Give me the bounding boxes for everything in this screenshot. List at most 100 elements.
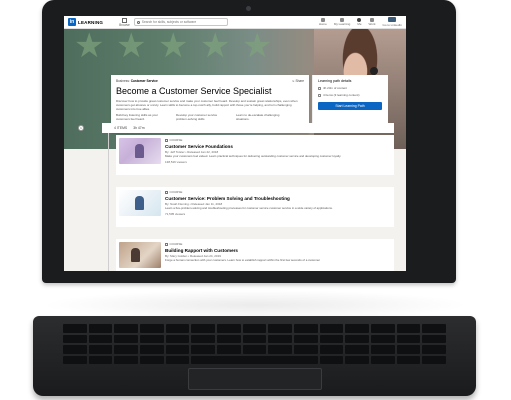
nav-home[interactable]: Home	[318, 17, 327, 27]
stars-decoration: ★ ★ ★ ★ ★	[74, 29, 294, 73]
key	[319, 355, 344, 364]
instructor-figure	[135, 144, 144, 158]
nav-me-label: Me	[357, 22, 362, 27]
key	[165, 355, 190, 364]
key	[88, 324, 113, 333]
key	[319, 334, 344, 343]
course-viewers: 138,516 viewers	[165, 160, 187, 165]
logo-mark: in	[68, 18, 76, 26]
path-description: Discover how to provide great customer s…	[116, 99, 298, 111]
clock-icon	[318, 86, 321, 90]
course-card[interactable]: COURSE Customer Service Foundations By: …	[116, 135, 394, 175]
breadcrumb-topic[interactable]: Customer Service	[131, 79, 158, 83]
laptop-scene: in LEARNING Browse Search for skills, su…	[0, 0, 511, 400]
star-icon: ★	[200, 29, 231, 65]
key	[396, 345, 421, 354]
course-meta: By: Jeff Toister • Released Jan 22, 2018	[165, 149, 219, 154]
key	[114, 355, 138, 364]
key	[422, 355, 446, 364]
nav-my-learning[interactable]: My Learning	[333, 17, 351, 27]
key	[88, 345, 113, 354]
course-title[interactable]: Customer Service: Problem Solving and Tr…	[165, 196, 391, 201]
key	[396, 324, 421, 333]
key	[165, 324, 190, 333]
key	[268, 334, 292, 343]
nav-home-label: Home	[318, 22, 327, 27]
search-icon	[136, 20, 140, 24]
key	[268, 324, 292, 333]
course-card[interactable]: COURSE Building Rapport with Customers B…	[116, 239, 394, 271]
play-icon	[165, 138, 168, 142]
course-thumbnail[interactable]	[119, 138, 161, 164]
nav-my-learning-label: My Learning	[333, 22, 351, 27]
course-thumbnail[interactable]	[119, 242, 161, 268]
card-top: Business: Customer Service ↪ Share	[116, 79, 304, 83]
nav-work[interactable]: Work	[369, 17, 375, 26]
key	[114, 345, 138, 354]
browse-label: Browse	[119, 22, 130, 27]
key	[216, 334, 241, 343]
start-learning-path-button[interactable]: Start Learning Path	[318, 102, 382, 110]
key	[345, 324, 369, 333]
key	[319, 324, 344, 333]
course-meta: By: Noah Fleming • Released Jan 11, 2018	[165, 201, 223, 206]
key	[345, 334, 369, 343]
course-viewers: 71,505 viewers	[165, 212, 186, 217]
total-time: 3h 47m	[133, 126, 145, 130]
headset-icon	[370, 67, 378, 75]
bookmark-icon	[340, 17, 345, 22]
skills-list: Build key listening skills as your custo…	[116, 113, 304, 122]
key	[165, 345, 190, 354]
key	[319, 345, 344, 354]
trackpad	[188, 368, 322, 390]
search-input[interactable]: Search for skills, subjects or software	[133, 18, 228, 26]
nav-linkedin-label: Go to LinkedIn	[382, 22, 402, 27]
course-description: Forge a human connection with your custo…	[165, 258, 321, 262]
grid-menu-icon	[370, 17, 374, 22]
course-type-label: COURSE	[169, 138, 183, 142]
star-icon: ★	[242, 29, 273, 65]
spacebar-key	[191, 355, 318, 364]
course-type: COURSE	[165, 242, 391, 246]
key	[396, 355, 421, 364]
list-icon	[318, 93, 321, 97]
item-count: 4 ITEMS	[114, 126, 128, 130]
nav-linkedin[interactable]: Go to LinkedIn	[382, 17, 402, 27]
key	[139, 324, 164, 333]
course-title[interactable]: Customer Service Foundations	[165, 144, 391, 149]
course-card[interactable]: COURSE Customer Service: Problem Solving…	[116, 187, 394, 227]
webcam	[246, 6, 251, 11]
key	[63, 345, 87, 354]
page-title: Become a Customer Service Specialist	[116, 86, 272, 96]
key	[422, 334, 446, 343]
course-type: COURSE	[165, 190, 391, 194]
key	[370, 324, 395, 333]
course-thumbnail[interactable]	[119, 190, 161, 216]
logo-text: LEARNING	[78, 19, 104, 25]
key	[63, 355, 87, 364]
course-title[interactable]: Building Rapport with Customers	[165, 248, 391, 253]
key	[242, 345, 267, 354]
key	[370, 334, 395, 343]
course-list: 1 4 ITEMS 3h 47m COURSE Customer Service…	[76, 123, 394, 271]
laptop-keyboard-base	[33, 316, 476, 396]
key	[268, 345, 292, 354]
nav-me[interactable]: Me	[357, 17, 362, 27]
key	[396, 334, 421, 343]
browse-button[interactable]: Browse	[119, 17, 130, 27]
key	[165, 334, 190, 343]
key	[345, 345, 369, 354]
path-details-title: Learning path details	[318, 79, 352, 83]
course-description: Learn a five-problem-solving and trouble…	[165, 206, 333, 210]
key	[139, 334, 164, 343]
key	[63, 334, 87, 343]
course-info: COURSE Building Rapport with Customers B…	[165, 242, 391, 271]
skill-item: Develop your customer service problem-so…	[176, 113, 218, 121]
course-meta: By: Mary Golden • Released Jan 24, 2019	[165, 253, 221, 258]
course-type-label: COURSE	[169, 242, 183, 246]
key	[63, 324, 87, 333]
linkedin-learning-logo[interactable]: in LEARNING	[68, 18, 103, 26]
share-button[interactable]: ↪ Share	[292, 79, 304, 83]
skill-item: Build key listening skills as your custo…	[116, 113, 159, 121]
key	[293, 324, 318, 333]
